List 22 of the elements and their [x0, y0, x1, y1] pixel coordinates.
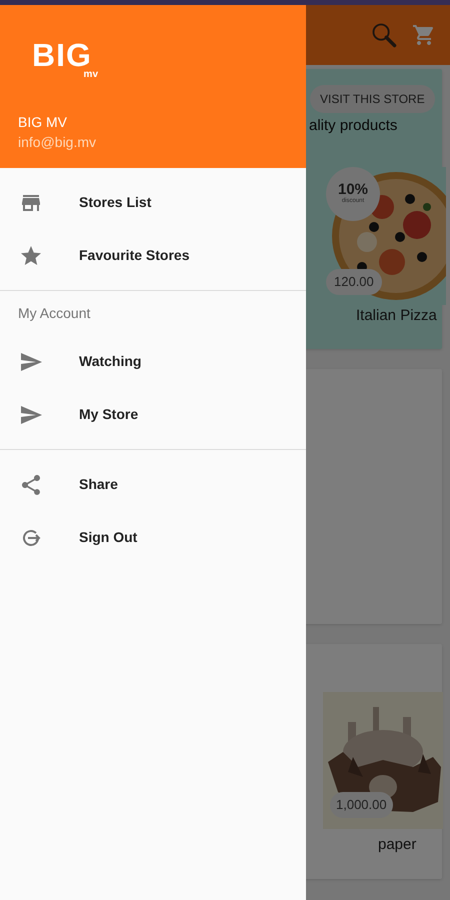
product-name: Italian Pizza	[356, 306, 437, 326]
star-icon	[19, 244, 43, 268]
drawer-item[interactable]: Favourite Stores	[0, 229, 306, 282]
store-description: ality products	[309, 116, 398, 136]
drawer-item[interactable]: My Store	[0, 388, 306, 441]
drawer-item[interactable]: Share	[0, 458, 306, 511]
search-icon[interactable]	[370, 21, 398, 49]
cart-icon[interactable]	[412, 23, 436, 47]
discount-percent: 10%	[338, 182, 368, 197]
section-header: My Account	[18, 304, 90, 323]
product-name: paper	[378, 835, 416, 855]
logo-text: BIG	[32, 39, 92, 71]
drawer-item[interactable]: Watching	[0, 335, 306, 388]
visit-store-button[interactable]: VISIT THIS STORE	[310, 85, 435, 113]
user-email: info@big.mv	[18, 133, 98, 152]
user-name: BIG MV	[18, 113, 68, 132]
logo-subtext: mv	[84, 70, 98, 80]
price-tag: 120.00	[326, 269, 382, 295]
drawer-item[interactable]: Stores List	[0, 176, 306, 229]
price-tag: 1,000.00	[330, 792, 393, 818]
share-icon	[19, 472, 43, 496]
drawer-item[interactable]: Sign Out	[0, 511, 306, 564]
